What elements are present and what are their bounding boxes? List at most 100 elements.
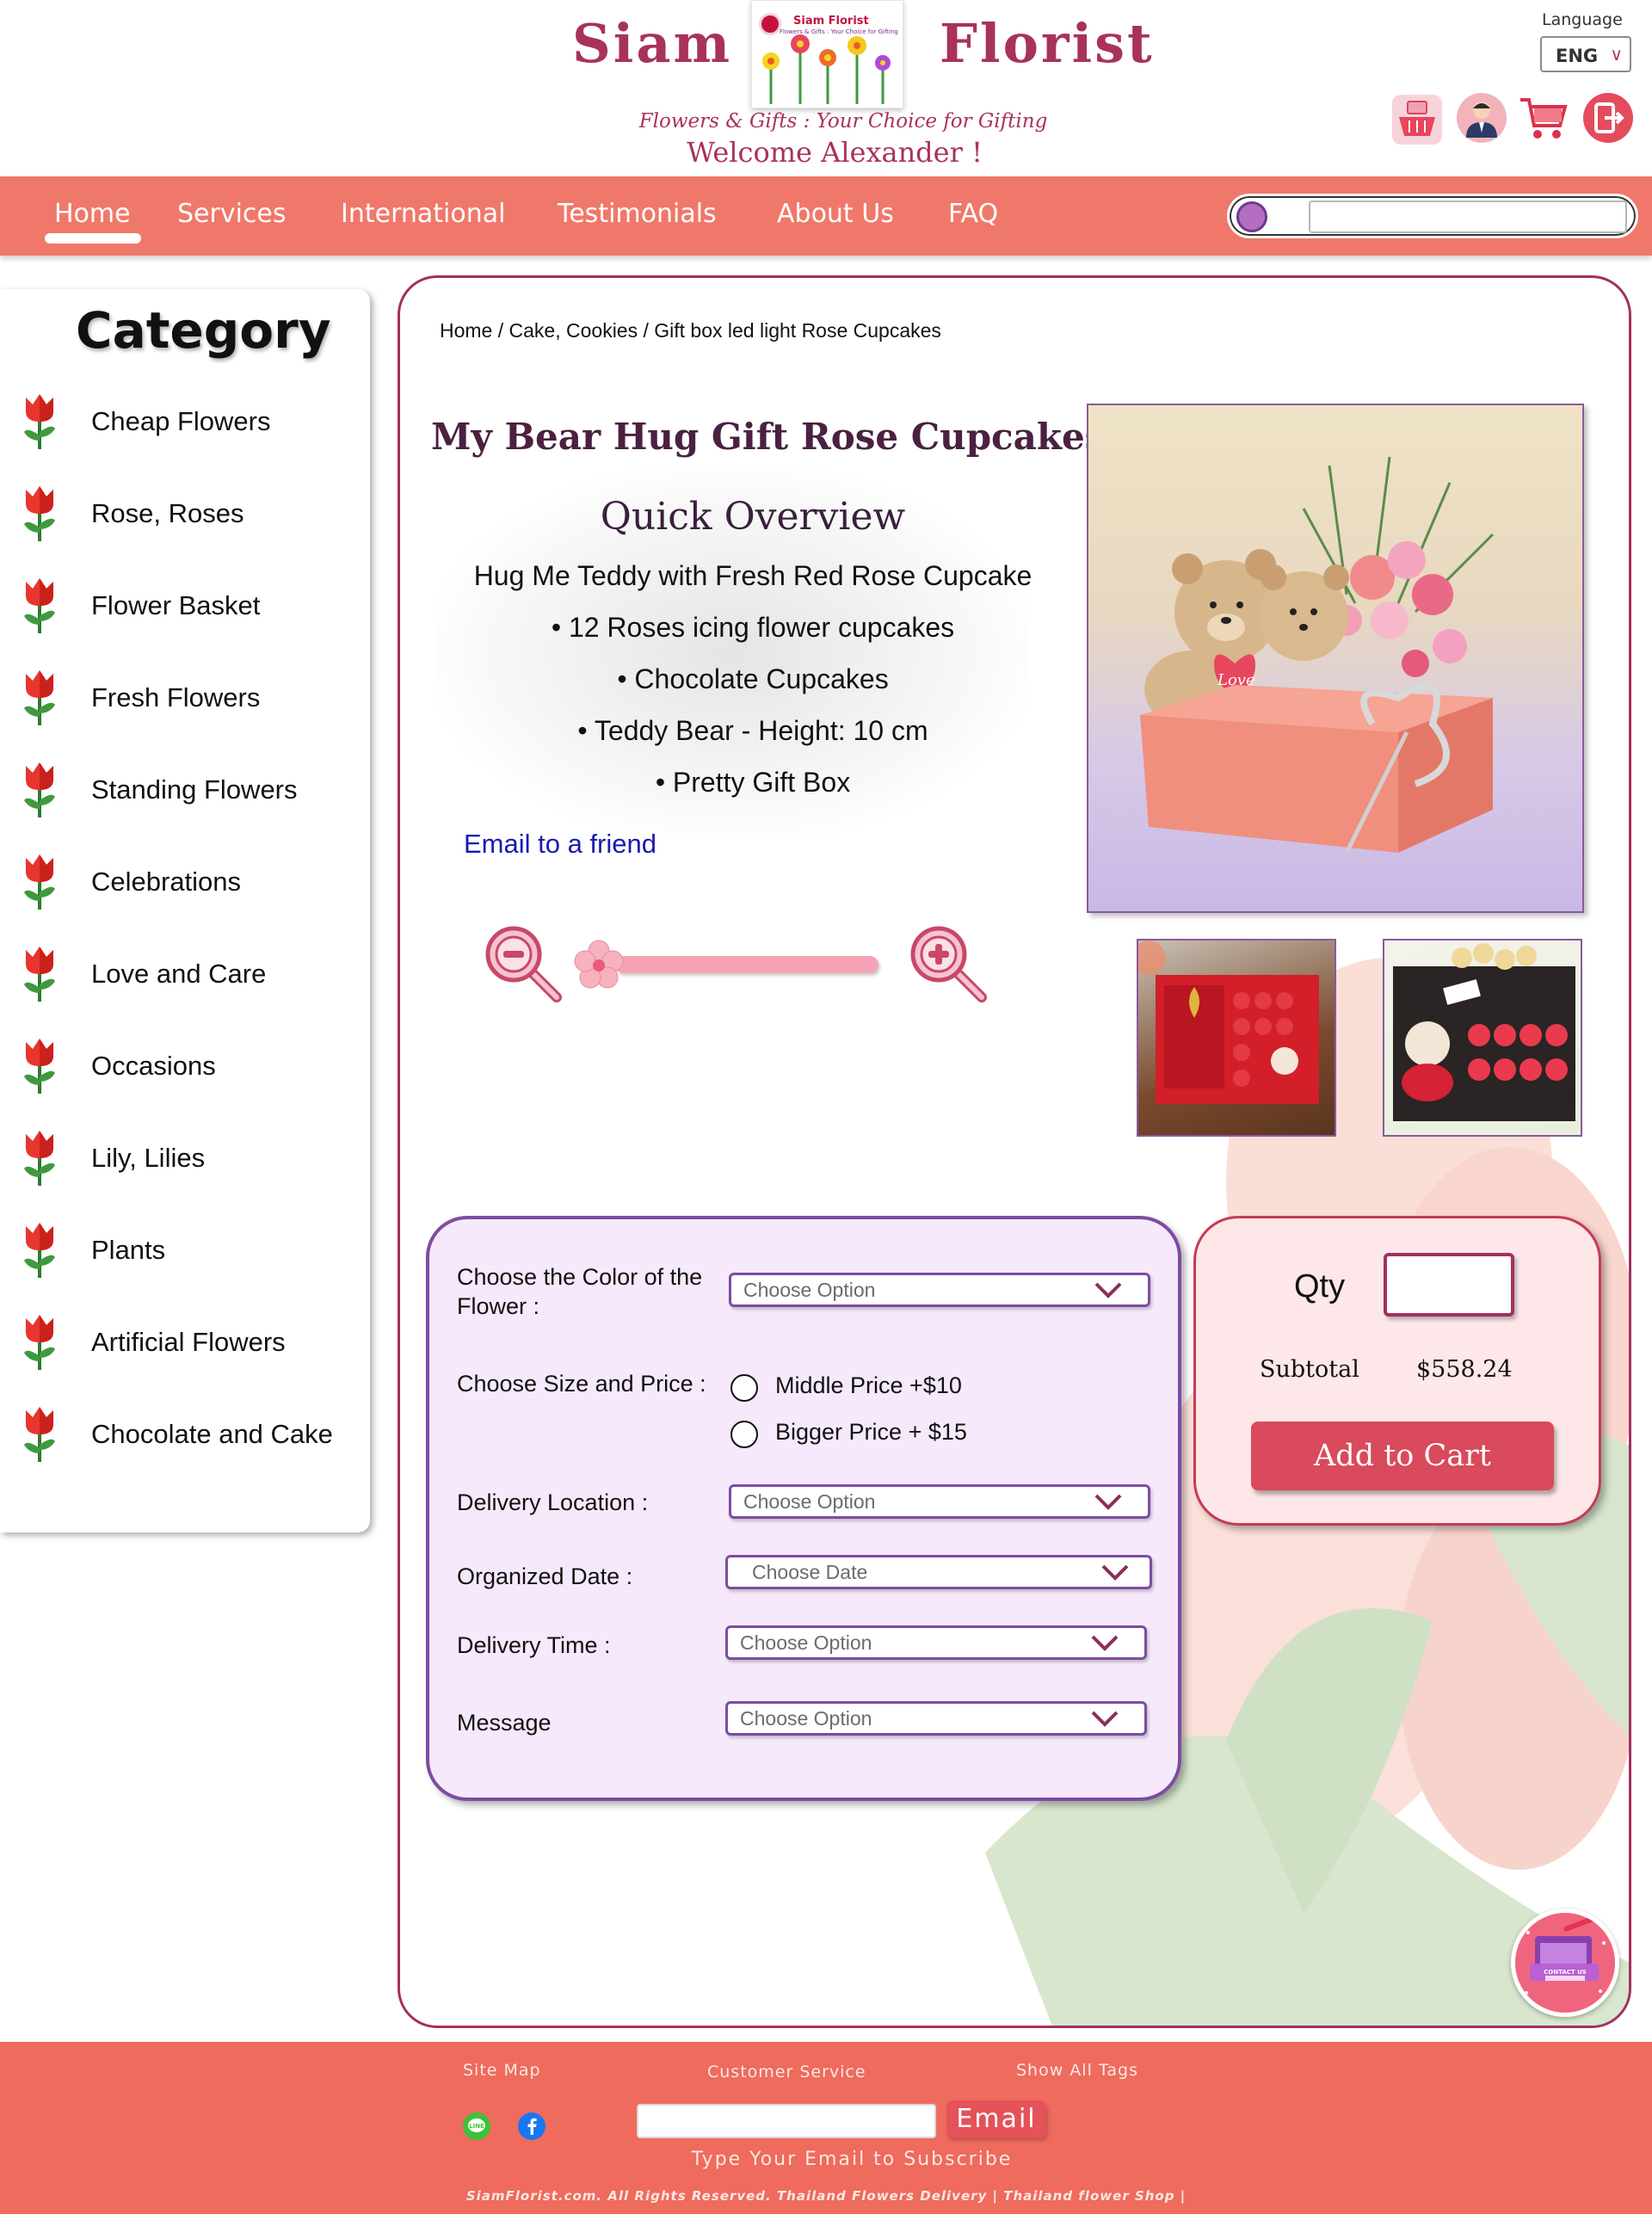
message-select[interactable]: Choose Option	[725, 1701, 1147, 1736]
tulip-icon	[21, 1129, 59, 1191]
date-option-label: Organized Date :	[457, 1563, 633, 1589]
subscribe-email-button[interactable]: Email	[946, 2100, 1046, 2138]
nav-item-about-us[interactable]: About Us	[777, 199, 894, 229]
nav-item-faq[interactable]: FAQ	[948, 199, 998, 229]
footer-copyright: SiamFlorist.com. All Rights Reserved. Th…	[465, 2188, 1187, 2204]
footer-show-all-tags-link[interactable]: Show All Tags	[1016, 2061, 1138, 2080]
sidebar-item-plants[interactable]: Plants	[21, 1221, 365, 1281]
language-value: ENG	[1556, 46, 1599, 66]
message-select-placeholder: Choose Option	[740, 1707, 872, 1730]
sidebar-item-cheap-flowers[interactable]: Cheap Flowers	[21, 392, 365, 453]
time-select[interactable]: Choose Option	[725, 1625, 1147, 1660]
tulip-icon	[21, 1405, 59, 1467]
sidebar-item-rose-roses[interactable]: Rose, Roses	[21, 484, 365, 545]
zoom-out-icon[interactable]	[483, 923, 565, 1006]
search-input[interactable]	[1309, 200, 1627, 233]
overview-line: • 12 Roses icing flower cupcakes	[551, 612, 955, 643]
sidebar-item-label: Lily, Lilies	[91, 1143, 206, 1173]
chevron-down-icon	[1094, 1282, 1122, 1298]
product-main-image[interactable]: Love	[1087, 404, 1584, 913]
cart-summary-panel: Qty Subtotal $558.24 Add to Cart	[1193, 1216, 1601, 1526]
sidebar-item-label: Cheap Flowers	[91, 406, 271, 436]
product-card: Home / Cake, Cookies / Gift box led ligh…	[398, 275, 1631, 2028]
logout-icon[interactable]	[1583, 93, 1633, 143]
sidebar-item-label: Love and Care	[91, 959, 267, 989]
subtotal-label: Subtotal	[1260, 1356, 1359, 1383]
color-select-placeholder: Choose Option	[743, 1279, 876, 1301]
logo-flowers-icon	[762, 34, 891, 104]
nav-item-home[interactable]: Home	[54, 199, 131, 229]
site-header: Siam Siam Florist Flowers & Gifts : Your…	[0, 0, 1652, 176]
message-option-label: Message	[457, 1710, 552, 1736]
overview-line: Hug Me Teddy with Fresh Red Rose Cupcake	[473, 560, 1032, 591]
sidebar-item-flower-basket[interactable]: Flower Basket	[21, 577, 365, 637]
category-sidebar: Category Cheap Flowers Rose, Roses Flower …	[0, 289, 370, 1533]
tulip-icon	[21, 392, 59, 454]
search-icon[interactable]	[1236, 201, 1267, 232]
time-select-placeholder: Choose Option	[740, 1631, 872, 1654]
sidebar-item-love-and-care[interactable]: Love and Care	[21, 945, 365, 1005]
main-navbar: Home Services International Testimonials…	[0, 176, 1652, 256]
chevron-down-icon	[1101, 1564, 1129, 1581]
size-option-middle-label: Middle Price +$10	[775, 1372, 962, 1398]
sidebar-item-fresh-flowers[interactable]: Fresh Flowers	[21, 669, 365, 729]
tulip-icon	[21, 853, 59, 915]
sidebar-item-celebrations[interactable]: Celebrations	[21, 853, 365, 913]
sidebar-item-chocolate-and-cake[interactable]: Chocolate and Cake	[21, 1405, 365, 1465]
subscribe-email-input[interactable]	[637, 2104, 936, 2138]
tulip-icon	[21, 1221, 59, 1283]
footer-site-map-link[interactable]: Site Map	[463, 2061, 541, 2080]
qty-input[interactable]	[1384, 1253, 1514, 1317]
overview-line: • Teddy Bear - Height: 10 cm	[577, 715, 928, 746]
product-thumbnail[interactable]	[1137, 939, 1336, 1137]
size-radio-middle[interactable]	[730, 1374, 758, 1402]
line-icon[interactable]: LINE	[463, 2112, 490, 2140]
overview-line: • Pretty Gift Box	[655, 767, 851, 798]
location-select-placeholder: Choose Option	[743, 1490, 876, 1513]
subtotal-value: $558.24	[1416, 1356, 1513, 1383]
nav-active-indicator	[45, 233, 141, 244]
sidebar-item-label: Plants	[91, 1235, 166, 1265]
size-radio-bigger[interactable]	[730, 1421, 758, 1448]
product-options-panel: Choose the Color of the Flower : Choose …	[426, 1216, 1181, 1801]
breadcrumb[interactable]: Home / Cake, Cookies / Gift box led ligh…	[440, 319, 941, 342]
color-select[interactable]: Choose Option	[729, 1273, 1150, 1307]
sidebar-item-artificial-flowers[interactable]: Artificial Flowers	[21, 1313, 365, 1373]
add-to-cart-button[interactable]: Add to Cart	[1251, 1422, 1554, 1490]
size-option-label: Choose Size and Price :	[457, 1371, 706, 1397]
sidebar-item-standing-flowers[interactable]: Standing Flowers	[21, 761, 365, 821]
brand-name-right: Florist	[940, 12, 1155, 75]
date-select-placeholder: Choose Date	[752, 1561, 868, 1583]
nav-item-international[interactable]: International	[341, 199, 505, 229]
product-thumbnail[interactable]	[1383, 939, 1582, 1137]
sidebar-item-label: Celebrations	[91, 866, 242, 897]
basket-icon[interactable]	[1392, 95, 1442, 145]
chevron-down-icon	[1091, 1635, 1119, 1651]
tulip-icon	[21, 1037, 59, 1099]
user-icon[interactable]	[1457, 93, 1507, 143]
sidebar-item-lily-lilies[interactable]: Lily, Lilies	[21, 1129, 365, 1189]
category-title: Category	[76, 301, 331, 360]
chevron-down-icon	[1091, 1711, 1119, 1727]
facebook-icon[interactable]	[518, 2112, 546, 2140]
overview-line: • Chocolate Cupcakes	[617, 663, 889, 694]
site-logo[interactable]: Siam Florist Flowers & Gifts : Your Choi…	[751, 0, 903, 108]
nav-item-testimonials[interactable]: Testimonials	[558, 199, 717, 229]
footer-customer-service-link[interactable]: Customer Service	[707, 2063, 866, 2081]
site-footer: Site Map Customer Service Show All Tags …	[0, 2042, 1652, 2214]
zoom-slider-track[interactable]	[615, 956, 878, 973]
email-to-friend-link[interactable]: Email to a friend	[464, 829, 656, 860]
nav-item-services[interactable]: Services	[177, 199, 287, 229]
contact-us-button[interactable]: CONTACT US	[1511, 1909, 1619, 2017]
tulip-icon	[21, 577, 59, 638]
sidebar-item-occasions[interactable]: Occasions	[21, 1037, 365, 1097]
cart-icon[interactable]	[1519, 93, 1569, 143]
sidebar-item-label: Occasions	[91, 1051, 216, 1081]
size-option-bigger-label: Bigger Price + $15	[775, 1419, 967, 1445]
zoom-slider-handle[interactable]	[570, 937, 627, 994]
color-option-label: Choose the Color of the Flower :	[457, 1264, 703, 1319]
location-select[interactable]: Choose Option	[729, 1484, 1150, 1519]
date-select[interactable]: Choose Date	[725, 1555, 1152, 1589]
language-select[interactable]: ENG ∨	[1540, 36, 1631, 72]
zoom-in-icon[interactable]	[908, 923, 990, 1006]
